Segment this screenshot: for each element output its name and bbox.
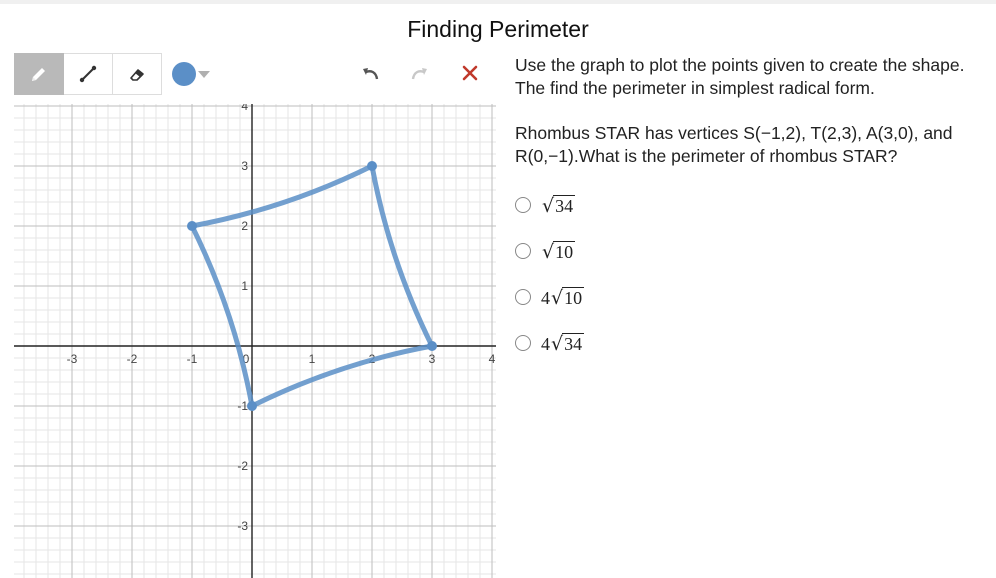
radio-button[interactable] [515, 197, 531, 213]
y-tick-label: -3 [237, 519, 248, 533]
page-title: Finding Perimeter [407, 16, 589, 42]
x-tick-labels: -3 -2 -1 0 1 2 3 4 [67, 352, 496, 366]
choice-radicand: 10 [562, 286, 585, 308]
y-tick-label: 3 [241, 159, 248, 173]
line-tool-button[interactable] [64, 53, 113, 95]
undo-button[interactable] [356, 60, 384, 86]
choice-radicand: 10 [553, 240, 576, 262]
choice-4[interactable]: 4 √ 34 [515, 320, 995, 366]
y-tick-label: 1 [241, 279, 248, 293]
choice-4-math: 4 √ 34 [541, 332, 585, 354]
x-tick-label: 4 [489, 352, 496, 366]
line-icon [79, 65, 97, 83]
close-icon [462, 65, 478, 81]
choice-3[interactable]: 4 √ 10 [515, 274, 995, 320]
question-prompt: Rhombus STAR has vertices S(−1,2), T(2,3… [515, 123, 953, 166]
choice-2[interactable]: √ 10 [515, 228, 995, 274]
radio-button[interactable] [515, 335, 531, 351]
pencil-tool-button[interactable] [14, 53, 64, 95]
plotted-point [247, 401, 257, 411]
color-picker[interactable] [172, 62, 210, 86]
axes [14, 104, 496, 578]
choice-coefficient: 4 [541, 333, 550, 354]
plotted-point [427, 341, 437, 351]
question-panel: Use the graph to plot the points given t… [515, 54, 995, 366]
redo-button[interactable] [406, 60, 434, 86]
color-swatch [172, 62, 196, 86]
choice-3-math: 4 √ 10 [541, 286, 585, 308]
y-tick-label: 2 [241, 219, 248, 233]
y-tick-label: 4 [241, 104, 248, 113]
undo-icon [363, 68, 379, 80]
eraser-tool-button[interactable] [113, 53, 162, 95]
radio-button[interactable] [515, 289, 531, 305]
y-tick-labels: 4 3 2 1 -1 -2 -3 [237, 104, 248, 533]
choice-radicand: 34 [553, 194, 576, 216]
drawing-toolbar [14, 53, 210, 95]
choice-radicand: 34 [562, 332, 585, 354]
answer-choices: √ 34 √ 10 4 √ 10 4 √ 34 [515, 182, 995, 366]
redo-icon [411, 68, 427, 80]
eraser-icon [130, 69, 144, 81]
plotted-point [187, 221, 197, 231]
grid-minor-lines [14, 104, 496, 578]
choice-coefficient: 4 [541, 287, 550, 308]
question-intro: Use the graph to plot the points given t… [515, 55, 965, 98]
choice-2-math: √ 10 [541, 240, 576, 262]
plotted-point [367, 161, 377, 171]
clear-button[interactable] [456, 60, 484, 86]
x-tick-label: 3 [429, 352, 436, 366]
x-tick-label: -1 [187, 352, 198, 366]
coordinate-graph[interactable]: -3 -2 -1 0 1 2 3 4 4321-1-2-3 [14, 104, 496, 578]
x-tick-label: -3 [67, 352, 78, 366]
choice-1-math: √ 34 [541, 194, 576, 216]
pencil-icon [32, 68, 45, 81]
choice-1[interactable]: √ 34 [515, 182, 995, 228]
grid-major-lines [14, 104, 496, 578]
chevron-down-icon [198, 70, 210, 78]
x-tick-label: 1 [309, 352, 316, 366]
top-border [0, 0, 996, 4]
x-tick-label: -2 [127, 352, 138, 366]
y-tick-label: -2 [237, 459, 248, 473]
y-tick-label: -1 [237, 399, 248, 413]
radio-button[interactable] [515, 243, 531, 259]
